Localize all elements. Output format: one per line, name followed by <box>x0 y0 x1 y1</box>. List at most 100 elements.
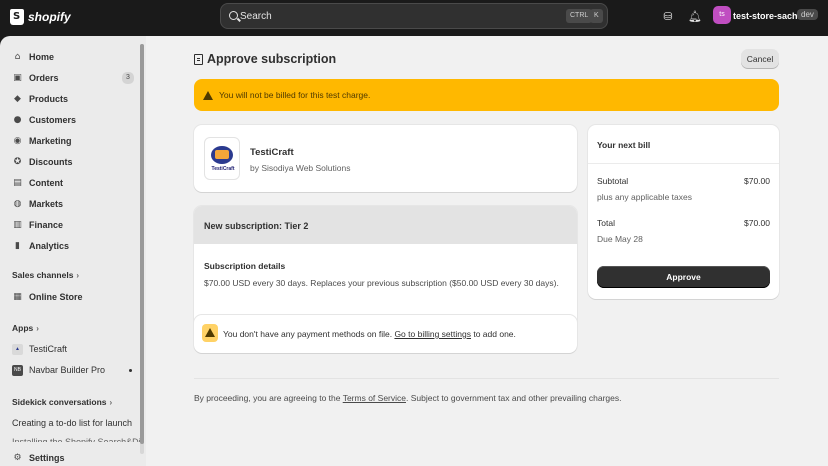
shopify-bag-icon <box>10 9 24 25</box>
sidebar-item-label: Navbar Builder Pro <box>29 365 106 375</box>
main-content: Approve subscription Cancel You will not… <box>146 36 828 466</box>
sales-channels-section[interactable]: Sales channels › <box>12 270 79 280</box>
cancel-button[interactable]: Cancel <box>741 49 779 69</box>
tag-icon: ◆ <box>14 93 21 104</box>
sidekick-conversation[interactable]: Creating a to-do list for launch <box>12 418 132 428</box>
sidebar-item-finance[interactable]: ▥ Finance <box>6 216 134 234</box>
payment-message: You don't have any payment methods on fi… <box>223 329 516 339</box>
next-bill-card: Your next bill Subtotal $70.00 plus any … <box>588 125 779 299</box>
navbar-builder-app-icon: NB <box>12 364 23 376</box>
test-charge-banner: You will not be billed for this test cha… <box>194 79 779 111</box>
page-title-text: Approve subscription <box>207 52 337 66</box>
sidebar-item-content[interactable]: ▤ Content <box>6 174 134 192</box>
sidekick-conversation-partial[interactable]: Installing the Shopify Search&Di <box>12 437 141 442</box>
section-label: Sidekick conversations <box>12 397 107 407</box>
payment-text-end: to add one. <box>470 329 516 339</box>
sidebar-item-products[interactable]: ◆ Products <box>6 90 134 108</box>
store-name[interactable]: test-store-sachin <box>733 11 806 21</box>
sidebar-item-label: Finance <box>29 220 64 230</box>
database-icon[interactable]: ⛁ <box>661 10 675 24</box>
subscription-header: New subscription: Tier 2 <box>194 206 577 244</box>
legal-text: By proceeding, you are agreeing to the <box>194 393 343 403</box>
sidebar-item-navbar-builder[interactable]: NB Navbar Builder Pro <box>6 361 134 379</box>
chevron-right-icon: › <box>109 398 113 407</box>
person-icon: ● <box>13 114 22 125</box>
legal-notice: By proceeding, you are agreeing to the T… <box>194 393 621 403</box>
search-icon <box>229 11 238 20</box>
legal-text-end: . Subject to government tax and other pr… <box>406 393 622 403</box>
app-name: TestiCraft <box>250 147 294 158</box>
subscription-details: $70.00 USD every 30 days. Replaces your … <box>204 278 559 288</box>
warning-icon <box>203 90 213 100</box>
sidebar-item-label: Settings <box>29 453 65 463</box>
payment-text: You don't have any payment methods on fi… <box>223 329 395 339</box>
globe-icon: ◍ <box>13 198 22 209</box>
sidebar-item-label: Analytics <box>29 241 70 251</box>
storefront-icon: ▦ <box>13 291 22 302</box>
avatar[interactable]: ts <box>713 6 731 24</box>
warning-icon <box>202 324 218 342</box>
sidebar-item-marketing[interactable]: ◉ Marketing <box>6 132 134 150</box>
pinned-dot <box>129 369 132 372</box>
payment-method-card: You don't have any payment methods on fi… <box>194 315 577 353</box>
total-label: Total <box>597 218 615 228</box>
divider <box>194 378 779 379</box>
sidebar-item-label: Markets <box>29 199 64 209</box>
bill-title: Your next bill <box>597 140 651 150</box>
subtotal-label: Subtotal <box>597 176 629 186</box>
bell-icon[interactable]: 🔔︎ <box>688 10 702 24</box>
sidebar-item-customers[interactable]: ● Customers <box>6 111 134 129</box>
section-label: Apps <box>12 323 34 333</box>
subtotal-value: $70.00 <box>744 176 770 186</box>
logo-badge-icon <box>211 146 233 164</box>
total-row: Total $70.00 <box>597 218 770 228</box>
sidebar-item-home[interactable]: ⌂ Home <box>6 48 134 66</box>
sidebar-item-testicraft[interactable]: ▲ TestiCraft <box>6 340 134 358</box>
total-value: $70.00 <box>744 218 770 228</box>
terms-of-service-link[interactable]: Terms of Service <box>343 393 406 403</box>
sidebar-item-label: Home <box>29 52 55 62</box>
gear-icon: ⚙ <box>13 452 22 463</box>
billing-settings-link[interactable]: Go to billing settings <box>394 329 471 339</box>
subscription-details-label: Subscription details <box>204 261 286 271</box>
chart-icon: ▮ <box>15 240 20 251</box>
chevron-right-icon: › <box>76 271 80 280</box>
orders-icon: ▣ <box>13 72 22 83</box>
chevron-right-icon: › <box>36 324 39 333</box>
home-icon: ⌂ <box>14 51 21 62</box>
brand-name: shopify <box>28 10 71 24</box>
receipt-icon <box>194 53 203 65</box>
testicraft-logo: TestiCraft <box>204 137 240 180</box>
sidebar-item-online-store[interactable]: ▦ Online Store <box>6 288 134 306</box>
sidebar-item-label: Online Store <box>29 292 83 302</box>
dev-store-badge: dev <box>797 9 818 20</box>
bank-icon: ▥ <box>13 219 22 230</box>
search-input[interactable]: Search CTRL K <box>220 3 608 29</box>
sidebar-scrollbar-thumb[interactable] <box>140 44 144 444</box>
sidebar-item-analytics[interactable]: ▮ Analytics <box>6 237 134 255</box>
banner-text: You will not be billed for this test cha… <box>219 90 371 100</box>
taxes-note: plus any applicable taxes <box>597 192 692 202</box>
testicraft-app-icon: ▲ <box>12 343 23 355</box>
approve-button[interactable]: Approve <box>597 266 770 288</box>
shopify-logo[interactable]: shopify <box>10 9 71 25</box>
sidebar-item-markets[interactable]: ◍ Markets <box>6 195 134 213</box>
shortcut-k-key: K <box>590 9 603 23</box>
subscription-tier: New subscription: Tier 2 <box>204 221 309 231</box>
sidebar-item-label: Marketing <box>29 136 72 146</box>
sidekick-section[interactable]: Sidekick conversations › <box>12 397 112 407</box>
sidebar: ⌂ Home ▣ Orders 3 ◆ Products ● Customers… <box>0 36 146 466</box>
sidebar-item-settings[interactable]: ⚙ Settings <box>6 449 134 466</box>
search-placeholder: Search <box>240 11 272 22</box>
subtotal-row: Subtotal $70.00 <box>597 176 770 186</box>
subscription-card: New subscription: Tier 2 Subscription de… <box>194 206 577 330</box>
sidebar-item-label: Content <box>29 178 63 188</box>
sidebar-item-discounts[interactable]: ✪ Discounts <box>6 153 134 171</box>
sidebar-item-label: Products <box>29 94 69 104</box>
apps-section[interactable]: Apps › <box>12 323 39 333</box>
top-bar: shopify Search CTRL K ⛁ 🔔︎ ts test-store… <box>0 0 828 36</box>
sidebar-item-label: TestiCraft <box>29 344 68 354</box>
sidebar-item-orders[interactable]: ▣ Orders 3 <box>6 69 134 87</box>
logo-text: TestiCraft <box>211 166 235 172</box>
sidebar-item-label: Orders <box>29 73 59 83</box>
